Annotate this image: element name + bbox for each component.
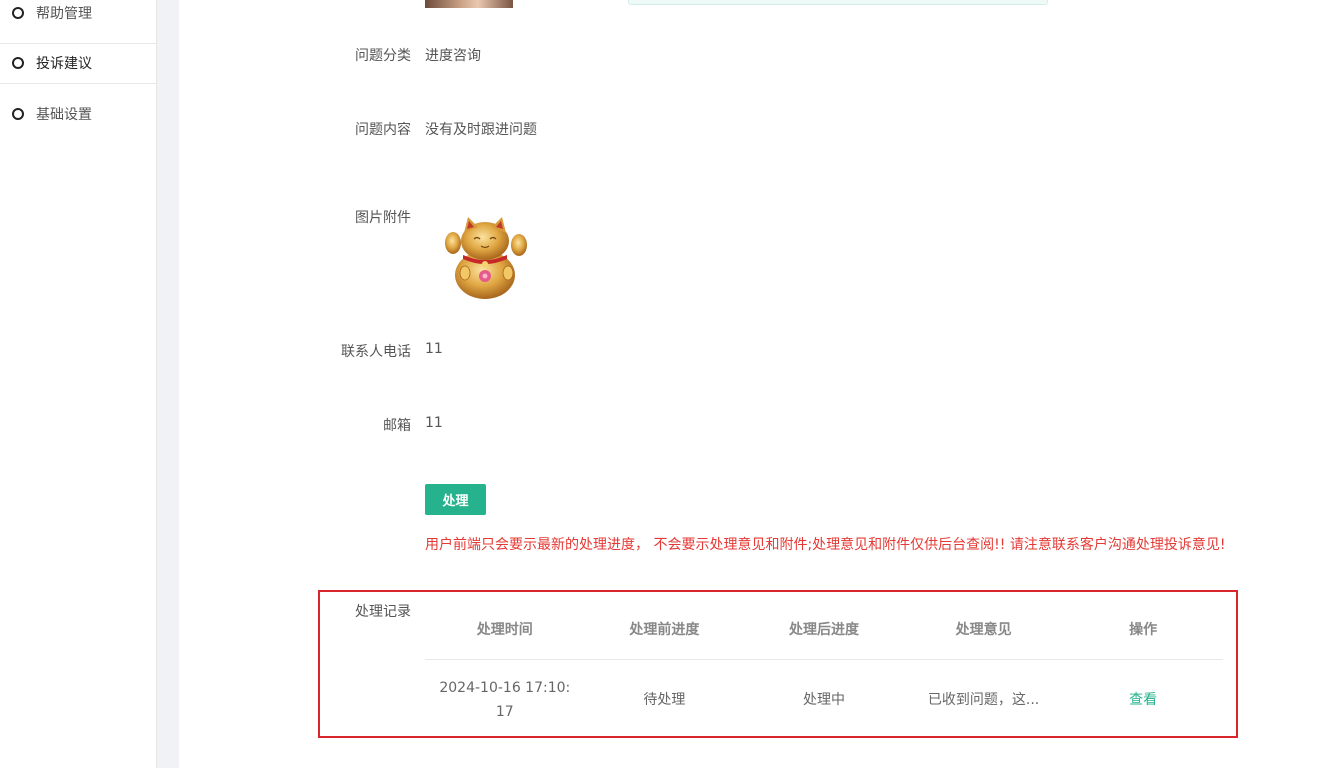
lucky-cat-image (445, 217, 527, 299)
record-opinion: 已收到问题，这... (927, 692, 1040, 708)
column-header: 处理意见 (955, 621, 1012, 638)
column-header: 处理时间 (476, 621, 533, 638)
view-link[interactable]: 查看 (1129, 692, 1157, 708)
circle-icon (12, 7, 24, 19)
circle-icon (12, 57, 24, 69)
sidebar-item-label: 投诉建议 (36, 56, 92, 72)
sidebar-item-label: 基础设置 (36, 107, 92, 123)
attachment-image[interactable] (440, 213, 532, 301)
phone-label: 联系人电话 (341, 344, 411, 360)
email-value: 11 (425, 415, 443, 431)
sidebar-item-complaints[interactable]: 投诉建议 (0, 43, 156, 83)
category-value: 进度咨询 (425, 48, 481, 64)
process-button[interactable]: 处理 (425, 484, 486, 515)
email-label: 邮箱 (383, 418, 411, 434)
record-before: 待处理 (643, 692, 686, 708)
records-label: 处理记录 (355, 604, 411, 620)
record-after: 处理中 (802, 692, 845, 708)
column-header: 处理后进度 (788, 621, 859, 638)
records-table: 处理时间 处理前进度 处理后进度 处理意见 操作 2024-10-16 17:1… (425, 598, 1223, 740)
column-header: 操作 (1129, 621, 1158, 638)
circle-icon (12, 108, 24, 120)
info-banner (628, 0, 1048, 5)
notice-text: 用户前端只会要示最新的处理进度， 不会要示处理意见和附件;处理意见和附件仅供后台… (425, 537, 1226, 553)
category-label: 问题分类 (355, 48, 411, 64)
record-action-cell: 查看 (1063, 688, 1223, 712)
column-header: 处理前进度 (629, 621, 700, 638)
record-time: 2024-10-16 17:10:17 (439, 680, 571, 720)
content-label: 问题内容 (355, 122, 411, 138)
user-avatar (425, 0, 513, 8)
sidebar-item-settings[interactable]: 基础设置 (0, 94, 156, 134)
attachment-label: 图片附件 (355, 210, 411, 226)
table-row: 2024-10-16 17:10:17 待处理 处理中 已收到问题，这... 查… (425, 660, 1223, 740)
divider (0, 83, 156, 84)
sidebar-item-label: 帮助管理 (36, 6, 92, 22)
content-value: 没有及时跟进问题 (425, 122, 537, 138)
sidebar: 帮助管理 投诉建议 基础设置 (0, 0, 157, 768)
content-gutter (157, 0, 179, 768)
table-header: 处理时间 处理前进度 处理后进度 处理意见 操作 (425, 598, 1223, 660)
phone-value: 11 (425, 341, 443, 357)
sidebar-item-help[interactable]: 帮助管理 (0, 0, 156, 33)
